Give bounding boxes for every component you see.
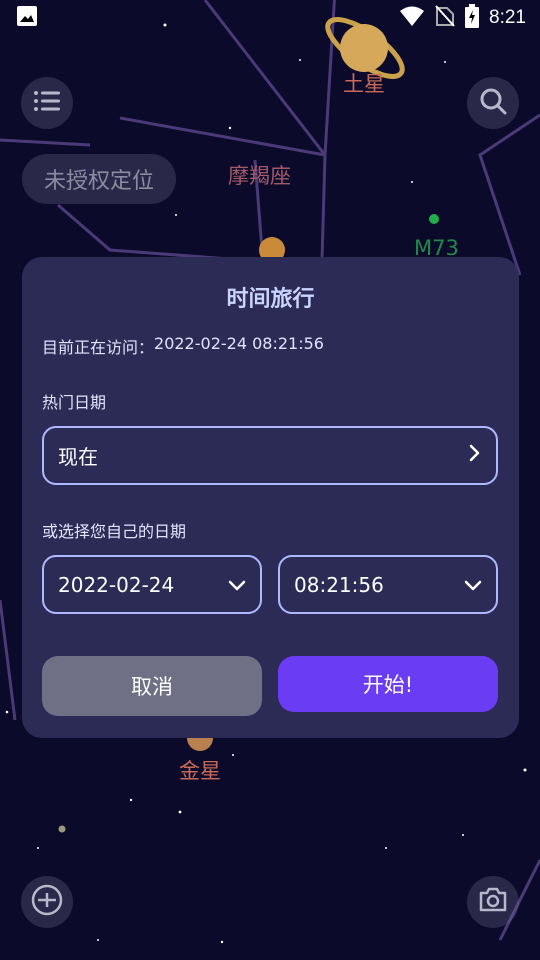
capricorn-label: 摩羯座 (228, 164, 291, 188)
time-value: 08:21:56 (294, 572, 384, 597)
venus-label: 金星 (179, 759, 221, 783)
battery-icon (465, 4, 480, 32)
status-time: 8:21 (489, 7, 526, 28)
time-picker[interactable]: 08:21:56 (278, 555, 498, 614)
start-button[interactable]: 开始! (278, 656, 498, 712)
chevron-down-icon (228, 573, 246, 597)
camera-button[interactable] (467, 876, 519, 928)
cancel-button[interactable]: 取消 (42, 656, 262, 716)
time-travel-dialog: 时间旅行 目前正在访问： 2022-02-24 08:21:56 热门日期 现在… (22, 257, 519, 738)
image-notification-icon (16, 5, 38, 31)
no-sim-icon (435, 5, 455, 31)
visiting-value: 2022-02-24 08:21:56 (154, 334, 324, 353)
wifi-icon (399, 5, 425, 31)
compass-icon (30, 883, 64, 921)
camera-icon (478, 887, 508, 917)
custom-date-label: 或选择您自己的日期 (42, 522, 187, 541)
current-visit-row: 目前正在访问： 2022-02-24 08:21:56 (42, 334, 324, 358)
menu-button[interactable] (21, 77, 73, 129)
chevron-right-icon (468, 443, 482, 468)
search-icon (479, 87, 507, 119)
m73-marker[interactable] (429, 214, 439, 224)
status-bar: 8:21 (0, 0, 540, 36)
chevron-down-icon (464, 573, 482, 597)
dialog-title: 时间旅行 (226, 287, 315, 312)
search-button[interactable] (467, 77, 519, 129)
popular-dates-label: 热门日期 (42, 393, 107, 412)
visiting-label: 目前正在访问： (42, 338, 155, 357)
date-picker[interactable]: 2022-02-24 (42, 555, 262, 614)
saturn-label: 土星 (343, 72, 385, 96)
compass-button[interactable] (21, 876, 73, 928)
date-value: 2022-02-24 (58, 572, 175, 597)
menu-icon (33, 89, 61, 117)
star-bright (58, 825, 66, 833)
popular-date-select[interactable]: 现在 (42, 426, 498, 485)
location-status-pill[interactable]: 未授权定位 (22, 154, 177, 204)
popular-date-value: 现在 (58, 445, 98, 469)
